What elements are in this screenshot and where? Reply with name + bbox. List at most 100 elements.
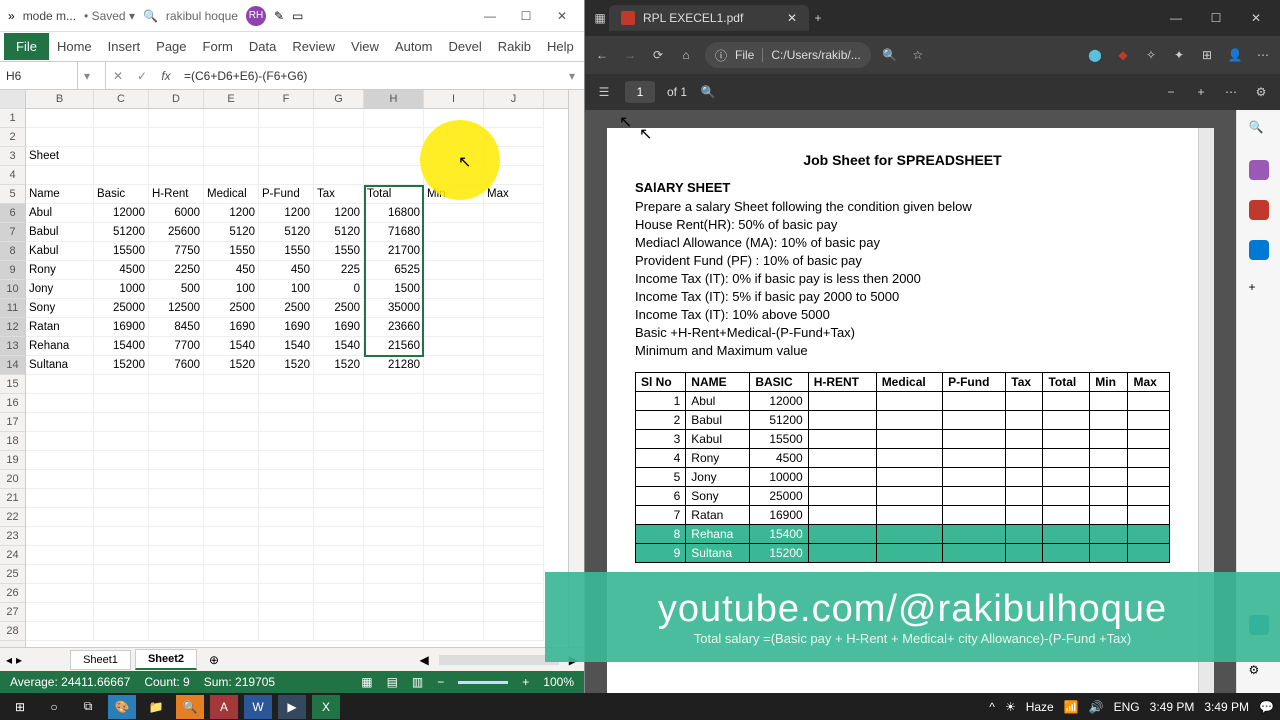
cell[interactable]: Max xyxy=(484,185,544,204)
cell[interactable] xyxy=(424,413,484,432)
tray-date[interactable]: 3:49 PM xyxy=(1204,700,1249,714)
cell[interactable] xyxy=(149,508,204,527)
cell[interactable] xyxy=(26,128,94,147)
app-word-icon[interactable]: W xyxy=(244,695,272,719)
cell[interactable] xyxy=(364,394,424,413)
cell[interactable]: 1690 xyxy=(204,318,259,337)
cell[interactable] xyxy=(94,109,149,128)
cell[interactable]: 500 xyxy=(149,280,204,299)
scrollbar-h[interactable] xyxy=(439,655,559,665)
tab-review[interactable]: Review xyxy=(284,33,343,60)
view-layout-icon[interactable]: ▤ xyxy=(387,675,398,689)
cell[interactable] xyxy=(364,147,424,166)
cell[interactable] xyxy=(424,470,484,489)
row-header[interactable]: 5 xyxy=(0,185,25,204)
cell[interactable] xyxy=(26,527,94,546)
formula-expand-icon[interactable]: ▾ xyxy=(560,69,584,83)
cell[interactable]: 1520 xyxy=(259,356,314,375)
cell[interactable] xyxy=(94,489,149,508)
cell[interactable]: 5120 xyxy=(204,223,259,242)
cell[interactable] xyxy=(484,109,544,128)
cell[interactable] xyxy=(204,166,259,185)
cell[interactable]: 2500 xyxy=(259,299,314,318)
cell[interactable] xyxy=(484,166,544,185)
row-header[interactable]: 21 xyxy=(0,489,25,508)
row-header[interactable]: 4 xyxy=(0,166,25,185)
more-icon[interactable]: » xyxy=(8,9,15,23)
cell[interactable] xyxy=(424,128,484,147)
cell[interactable]: 35000 xyxy=(364,299,424,318)
cell[interactable] xyxy=(94,413,149,432)
cell[interactable]: 1000 xyxy=(94,280,149,299)
zoom-slider[interactable] xyxy=(458,681,508,684)
cell[interactable] xyxy=(424,603,484,622)
cell[interactable] xyxy=(259,489,314,508)
cell[interactable] xyxy=(204,128,259,147)
cell[interactable] xyxy=(424,508,484,527)
edge-close[interactable]: ✕ xyxy=(1238,6,1274,30)
favorite-icon[interactable]: ☆ xyxy=(909,46,927,64)
formula-input[interactable]: =(C6+D6+E6)-(F6+G6) xyxy=(178,69,560,83)
app-access-icon[interactable]: A xyxy=(210,695,238,719)
cell[interactable] xyxy=(424,147,484,166)
edge-minimize[interactable]: — xyxy=(1158,6,1194,30)
cell[interactable] xyxy=(26,375,94,394)
cell[interactable] xyxy=(204,546,259,565)
cell[interactable] xyxy=(314,166,364,185)
cell[interactable] xyxy=(314,622,364,641)
cell[interactable]: Tax xyxy=(314,185,364,204)
cell[interactable] xyxy=(424,261,484,280)
cell[interactable]: 12000 xyxy=(94,204,149,223)
cell[interactable] xyxy=(314,508,364,527)
cell[interactable] xyxy=(424,584,484,603)
cell[interactable] xyxy=(259,508,314,527)
cell[interactable] xyxy=(364,622,424,641)
cell[interactable] xyxy=(204,584,259,603)
col-header-H[interactable]: H xyxy=(364,90,424,108)
cell[interactable] xyxy=(204,375,259,394)
cell[interactable]: 4500 xyxy=(94,261,149,280)
cell[interactable]: 5120 xyxy=(314,223,364,242)
cell[interactable] xyxy=(259,413,314,432)
zoomout-icon[interactable]: − xyxy=(1162,83,1180,101)
saved-indicator[interactable]: • Saved ▾ xyxy=(84,9,135,23)
file-tab[interactable]: File xyxy=(4,33,49,60)
cell[interactable] xyxy=(149,413,204,432)
row-header[interactable]: 14 xyxy=(0,356,25,375)
add-sheet-button[interactable]: ⊕ xyxy=(201,653,227,667)
cell[interactable]: Ratan xyxy=(26,318,94,337)
ext2-icon[interactable]: ◆ xyxy=(1114,46,1132,64)
cell[interactable] xyxy=(484,204,544,223)
cell[interactable]: 1500 xyxy=(364,280,424,299)
cell[interactable] xyxy=(424,546,484,565)
system-tray[interactable]: ^ ☀ Haze 📶 🔊 ENG 3:49 PM 3:49 PM 💬 xyxy=(989,700,1274,714)
cell[interactable]: 16900 xyxy=(94,318,149,337)
cell[interactable] xyxy=(149,565,204,584)
close-button[interactable]: ✕ xyxy=(548,4,576,28)
cell[interactable]: Sony xyxy=(26,299,94,318)
cell[interactable] xyxy=(484,375,544,394)
cell[interactable] xyxy=(204,451,259,470)
cell[interactable] xyxy=(259,128,314,147)
cell[interactable]: 100 xyxy=(259,280,314,299)
cell[interactable] xyxy=(26,603,94,622)
cell[interactable]: 6000 xyxy=(149,204,204,223)
row-header[interactable]: 23 xyxy=(0,527,25,546)
cell[interactable] xyxy=(314,451,364,470)
page-input[interactable] xyxy=(625,81,655,103)
row-header[interactable]: 17 xyxy=(0,413,25,432)
cell[interactable]: 1550 xyxy=(259,242,314,261)
cell[interactable] xyxy=(484,603,544,622)
cell[interactable] xyxy=(424,223,484,242)
window-icon[interactable]: ▭ xyxy=(292,9,303,23)
cell[interactable] xyxy=(314,489,364,508)
cell[interactable]: 1200 xyxy=(314,204,364,223)
cell[interactable] xyxy=(94,546,149,565)
cell[interactable] xyxy=(94,394,149,413)
cell[interactable] xyxy=(149,394,204,413)
cell[interactable] xyxy=(424,109,484,128)
minimize-button[interactable]: — xyxy=(476,4,504,28)
cell[interactable] xyxy=(26,413,94,432)
contents-icon[interactable]: ☰ xyxy=(595,83,613,101)
app-media-icon[interactable]: ▶ xyxy=(278,695,306,719)
